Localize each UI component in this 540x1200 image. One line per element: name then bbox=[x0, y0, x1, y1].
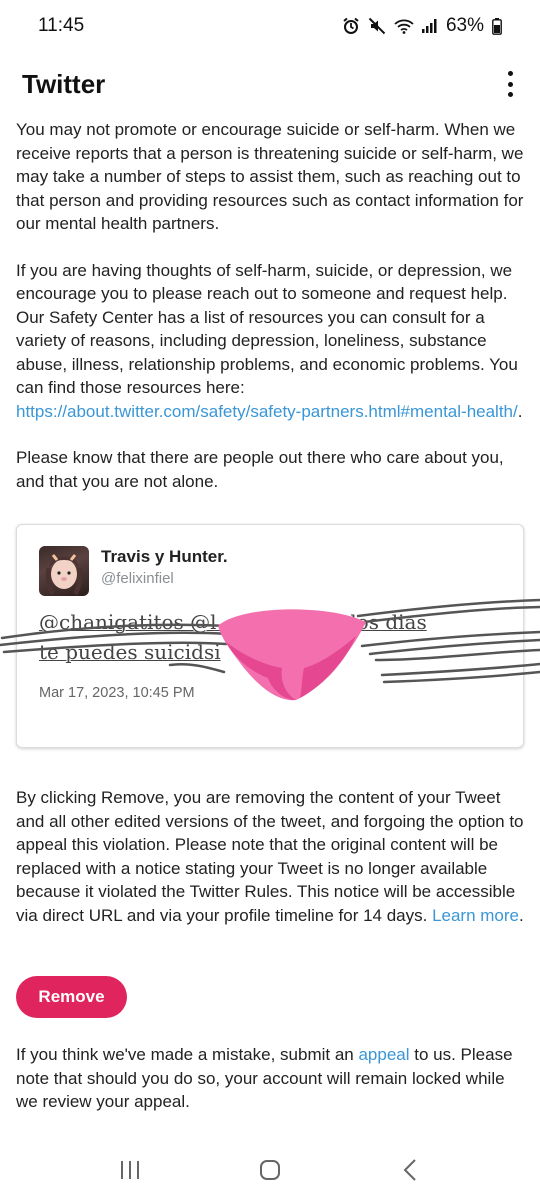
clock: 11:45 bbox=[38, 15, 85, 36]
battery-percent: 63% bbox=[445, 15, 484, 36]
learn-more-link[interactable]: Learn more bbox=[432, 906, 519, 925]
safety-partners-link[interactable]: https://about.twitter.com/safety/safety-… bbox=[16, 402, 518, 421]
alarm-icon bbox=[343, 17, 359, 34]
battery-icon bbox=[492, 17, 502, 35]
tweet-author-handle: @felixinfiel bbox=[101, 570, 174, 587]
policy-text: You may not promote or encourage suicide… bbox=[16, 118, 526, 493]
mute-icon bbox=[368, 17, 386, 35]
removal-notice: By clicking Remove, you are removing the… bbox=[16, 788, 524, 925]
appeal-link[interactable]: appeal bbox=[358, 1045, 409, 1064]
tweet-author-name: Travis y Hunter. bbox=[101, 547, 228, 566]
tweet-text-line-2: te puedes suicidsi bbox=[39, 640, 221, 664]
recent-apps-icon[interactable] bbox=[110, 1150, 150, 1190]
policy-paragraph-2: If you are having thoughts of self-harm,… bbox=[16, 260, 523, 421]
policy-paragraph-1: You may not promote or encourage suicide… bbox=[16, 120, 524, 233]
more-options-icon[interactable] bbox=[498, 67, 522, 101]
tweet-card: Travis y Hunter. @felixinfiel @chanigati… bbox=[16, 524, 524, 748]
tweet-date: Mar 17, 2023, 10:45 PM bbox=[39, 685, 195, 701]
system-nav-bar bbox=[0, 1140, 540, 1200]
status-icons: 63% bbox=[342, 15, 502, 37]
appeal-notice: If you think we've made a mistake, submi… bbox=[16, 1045, 513, 1111]
back-icon[interactable] bbox=[390, 1150, 430, 1190]
tweet-text: @chanigatitos @l n dos dias te puedes su… bbox=[39, 607, 509, 667]
tweet-text-line-1: @chanigatitos @l n dos dias bbox=[39, 610, 427, 634]
home-icon[interactable] bbox=[250, 1150, 290, 1190]
app-bar: Twitter bbox=[0, 52, 540, 116]
app-title: Twitter bbox=[22, 68, 106, 99]
signal-icon bbox=[421, 19, 437, 33]
avatar bbox=[39, 546, 89, 596]
status-bar: 11:45 63% bbox=[0, 0, 540, 52]
policy-paragraph-3: Please know that there are people out th… bbox=[16, 448, 504, 491]
wifi-icon bbox=[394, 19, 414, 34]
remove-button[interactable]: Remove bbox=[16, 976, 127, 1018]
